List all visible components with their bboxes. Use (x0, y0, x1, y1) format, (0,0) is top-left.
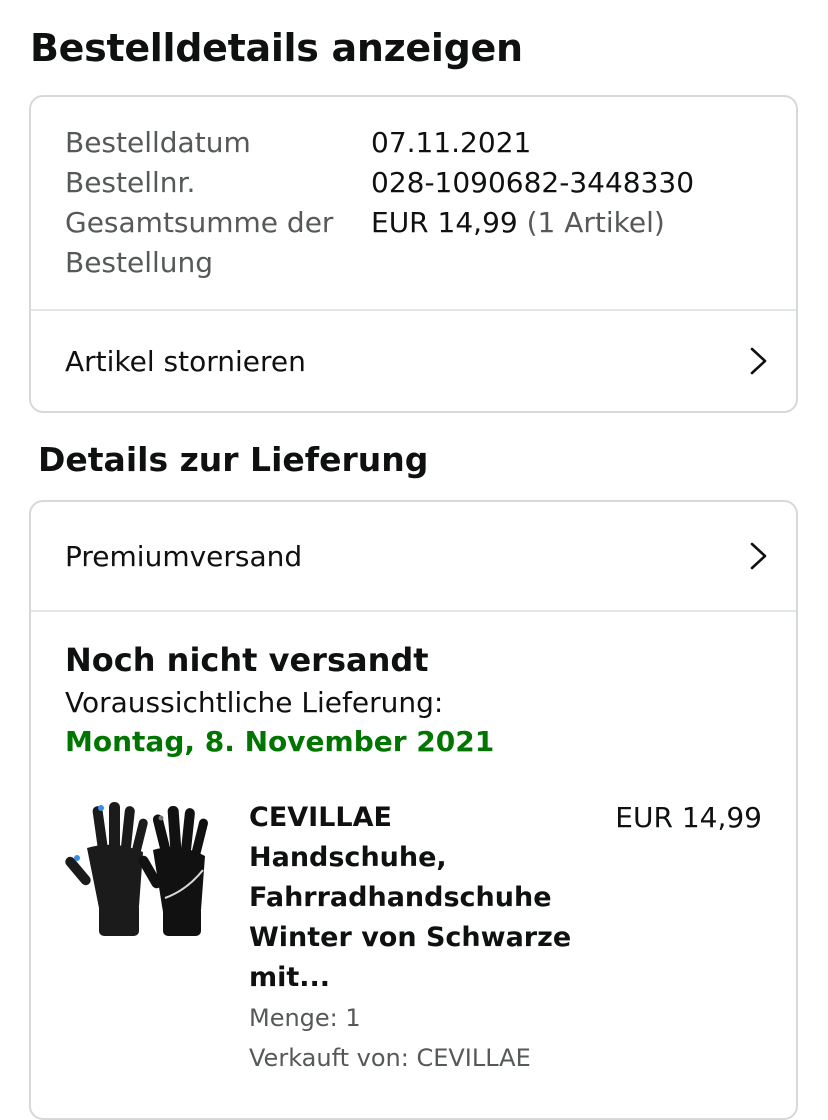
chevron-right-icon (750, 542, 767, 570)
order-number-value: 028-1090682-3448330 (371, 166, 695, 199)
order-total-row: Gesamtsumme der Bestellung EUR 14,99 (1 … (65, 203, 762, 283)
item-title-link[interactable]: CEVILLAE Handschuhe, Fahrradhandschuhe W… (249, 798, 579, 998)
order-date-row: Bestelldatum 07.11.2021 (65, 123, 762, 163)
order-total-label-line2: Bestellung (65, 246, 214, 279)
order-date-value: 07.11.2021 (371, 126, 532, 159)
shipment-section: Noch nicht versandt Voraussichtliche Lie… (31, 612, 796, 1078)
chevron-right-icon (750, 347, 767, 375)
order-total-value: EUR 14,99 (371, 206, 518, 239)
order-summary-card: Bestelldatum 07.11.2021 Bestellnr. 028-1… (29, 95, 798, 413)
delivery-eta-label: Voraussichtliche Lieferung: (65, 686, 444, 719)
item-title-line: mit... (249, 962, 331, 993)
delivery-section-title: Details zur Lieferung (38, 440, 429, 479)
order-total-label-line1: Gesamtsumme der (65, 206, 334, 239)
item-price: EUR 14,99 (615, 801, 762, 834)
item-quantity: Menge: 1 (249, 1004, 361, 1032)
order-item-count: (1 Artikel) (526, 206, 665, 239)
shipment-status: Noch nicht versandt (65, 641, 429, 679)
order-date-label: Bestelldatum (65, 126, 251, 159)
product-image[interactable] (65, 798, 215, 948)
order-summary: Bestelldatum 07.11.2021 Bestellnr. 028-1… (31, 97, 796, 309)
order-total-label: Gesamtsumme der Bestellung (65, 203, 371, 283)
order-number-row: Bestellnr. 028-1090682-3448330 (65, 163, 762, 203)
item-title-line: Fahrradhandschuhe (249, 882, 552, 913)
shipping-method-button[interactable]: Premiumversand (31, 502, 796, 610)
order-item: CEVILLAE Handschuhe, Fahrradhandschuhe W… (65, 798, 762, 1078)
delivery-card: Premiumversand Noch nicht versandt Vorau… (29, 500, 798, 1120)
page-title: Bestelldetails anzeigen (30, 26, 523, 70)
item-seller: Verkauft von: CEVILLAE (249, 1044, 531, 1072)
item-info: CEVILLAE Handschuhe, Fahrradhandschuhe W… (249, 798, 579, 1078)
shipping-method-label: Premiumversand (65, 539, 303, 573)
item-title-line: Winter von Schwarze (249, 922, 572, 953)
delivery-eta-date: Montag, 8. November 2021 (65, 725, 495, 758)
item-title-line: CEVILLAE Handschuhe, (249, 802, 447, 873)
cancel-items-label: Artikel stornieren (65, 344, 306, 378)
cancel-items-button[interactable]: Artikel stornieren (31, 311, 796, 411)
order-total-value-wrap: EUR 14,99 (1 Artikel) (371, 203, 665, 283)
order-number-label: Bestellnr. (65, 166, 196, 199)
